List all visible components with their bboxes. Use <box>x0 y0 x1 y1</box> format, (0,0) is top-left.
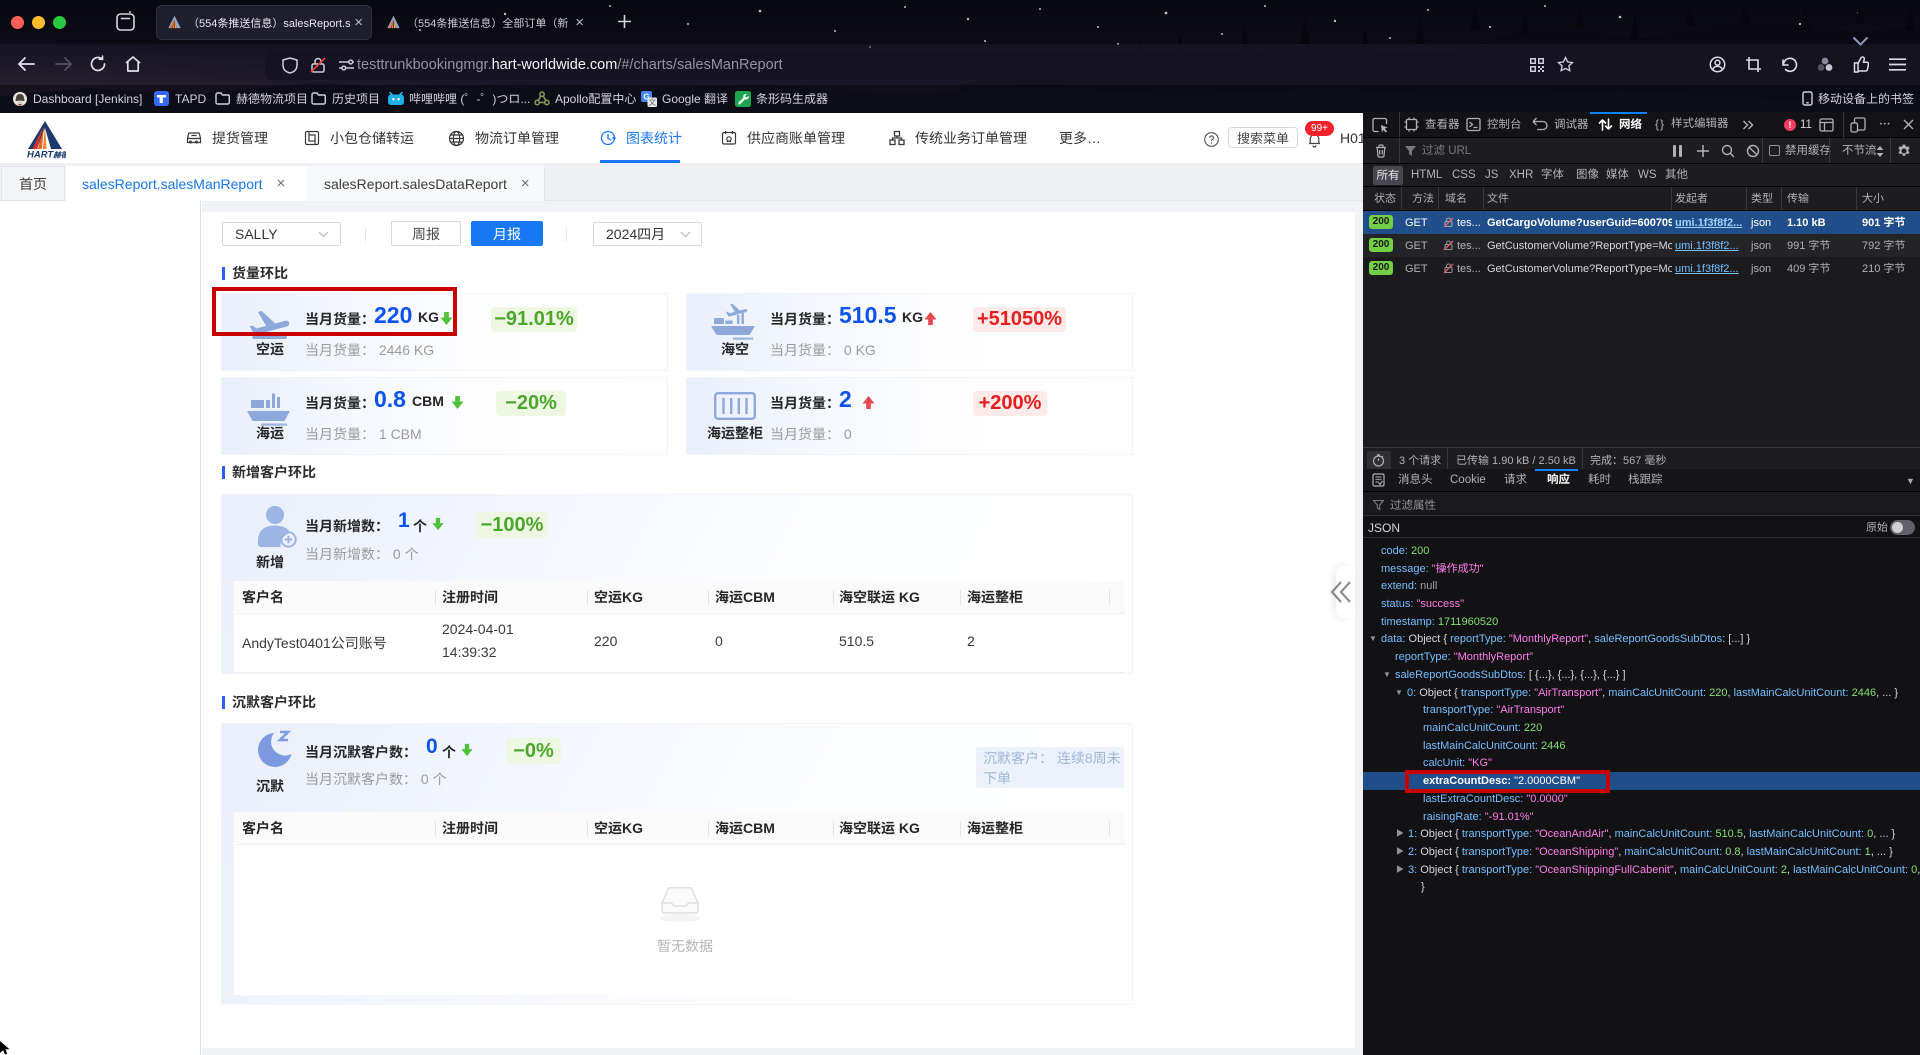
svg-text:文: 文 <box>648 98 656 107</box>
svg-text:HART赫德: HART赫德 <box>27 150 66 160</box>
